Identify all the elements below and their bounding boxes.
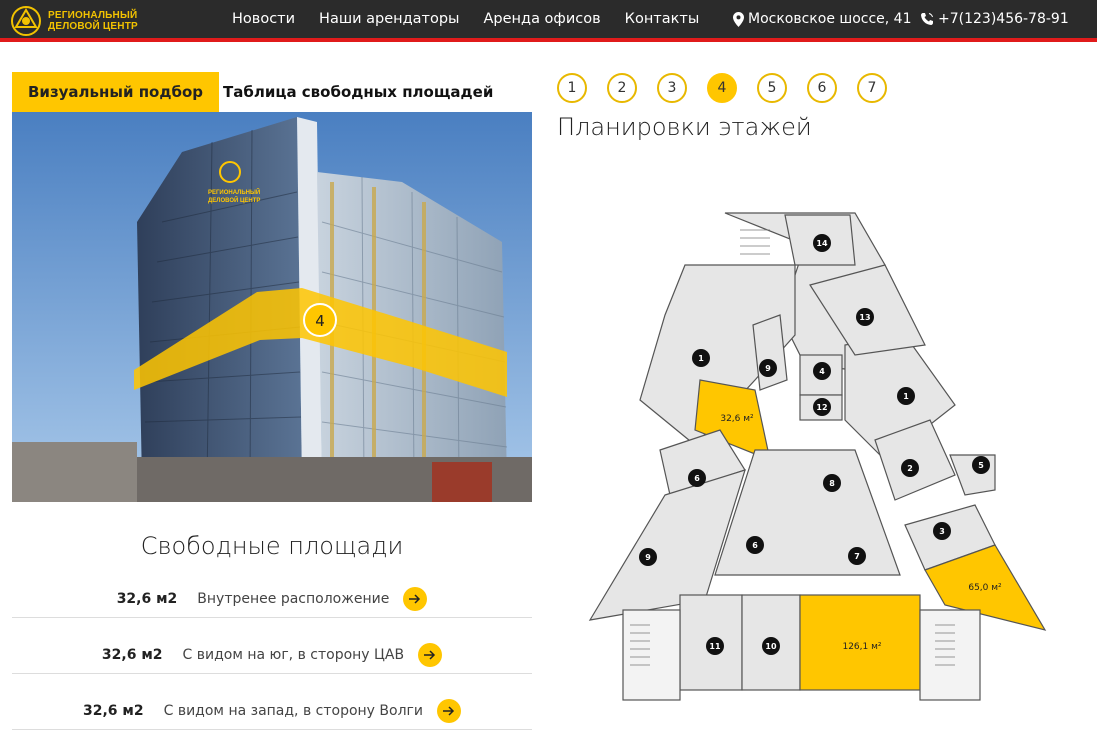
svg-text:4: 4 xyxy=(315,312,325,330)
free-areas-list: 32,6 м2 Внутренее расположение 32,6 м2 С… xyxy=(12,580,532,730)
room-badge[interactable]: 11 xyxy=(706,637,724,655)
free-areas-title: Свободные площади xyxy=(140,532,404,560)
floor-button-2[interactable]: 2 xyxy=(607,73,637,103)
area-value: 32,6 м2 xyxy=(116,590,178,607)
room-badge[interactable]: 9 xyxy=(639,548,657,566)
nav-news[interactable]: Новости xyxy=(232,11,295,27)
floor-button-7[interactable]: 7 xyxy=(857,73,887,103)
room-badge[interactable]: 8 xyxy=(823,474,841,492)
location-pin-icon xyxy=(733,11,744,27)
room-badge[interactable]: 1 xyxy=(897,387,915,405)
phone-text: +7(123)456-78-91 xyxy=(938,11,1069,27)
room-badge[interactable]: 2 xyxy=(901,459,919,477)
svg-text:6: 6 xyxy=(752,541,758,550)
svg-text:3: 3 xyxy=(939,527,945,536)
area-description: Внутренее расположение xyxy=(197,590,390,607)
address[interactable]: Московское шоссе, 41 xyxy=(733,0,912,38)
floor-button-1[interactable]: 1 xyxy=(557,73,587,103)
svg-text:13: 13 xyxy=(859,313,870,322)
svg-text:8: 8 xyxy=(829,479,835,488)
room-badge[interactable]: 13 xyxy=(856,308,874,326)
svg-text:11: 11 xyxy=(709,642,721,651)
svg-text:1: 1 xyxy=(698,354,704,363)
room-badge[interactable]: 5 xyxy=(972,456,990,474)
nav-office-rent[interactable]: Аренда офисов xyxy=(484,11,601,27)
stairs xyxy=(919,609,981,701)
room-badge[interactable]: 10 xyxy=(762,637,780,655)
room-badge[interactable]: 14 xyxy=(813,234,831,252)
list-item[interactable]: 32,6 м2 С видом на запад, в сторону Волг… xyxy=(12,692,532,730)
area-description: С видом на запад, в сторону Волги xyxy=(163,702,423,719)
svg-text:6: 6 xyxy=(694,474,700,483)
main-nav: Новости Наши арендаторы Аренда офисов Ко… xyxy=(232,0,723,38)
available-area-label[interactable]: 32,6 м² xyxy=(720,414,754,424)
building-illustration: РЕГИОНАЛЬНЫЙ ДЕЛОВОЙ ЦЕНТР 4 xyxy=(12,112,532,502)
svg-text:7: 7 xyxy=(854,552,860,561)
tab-visual-selection[interactable]: Визуальный подбор xyxy=(12,72,219,112)
floor-marker[interactable]: 4 xyxy=(303,303,337,337)
svg-text:РЕГИОНАЛЬНЫЙ: РЕГИОНАЛЬНЫЙ xyxy=(208,188,260,196)
svg-text:14: 14 xyxy=(816,239,828,248)
floor-button-3[interactable]: 3 xyxy=(657,73,687,103)
logo[interactable]: РЕГИОНАЛЬНЫЙ ДЕЛОВОЙ ЦЕНТР xyxy=(10,4,145,38)
svg-text:12: 12 xyxy=(816,403,827,412)
room-badge[interactable]: 6 xyxy=(746,536,764,554)
plan-title: Планировки этажей xyxy=(557,113,812,141)
arrow-right-icon[interactable] xyxy=(418,642,443,667)
room-badge[interactable]: 4 xyxy=(813,362,831,380)
room-badge[interactable]: 12 xyxy=(813,398,831,416)
floor-button-5[interactable]: 5 xyxy=(757,73,787,103)
floor-button-6[interactable]: 6 xyxy=(807,73,837,103)
phone-icon xyxy=(921,13,933,25)
svg-text:10: 10 xyxy=(765,642,777,651)
address-text: Московское шоссе, 41 xyxy=(748,11,912,27)
building-photo: РЕГИОНАЛЬНЫЙ ДЕЛОВОЙ ЦЕНТР 4 xyxy=(12,112,532,502)
room-badge[interactable]: 7 xyxy=(848,547,866,565)
available-area-label[interactable]: 126,1 м² xyxy=(842,642,881,652)
room-badge[interactable]: 3 xyxy=(933,522,951,540)
available-area-label[interactable]: 65,0 м² xyxy=(968,583,1002,593)
logo-icon xyxy=(11,6,41,36)
nav-contacts[interactable]: Контакты xyxy=(625,11,700,27)
floor-plan-drawing: 14 13 1 9 4 12 1 2 5 6 8 6 7 3 9 11 10 3… xyxy=(588,212,1047,701)
svg-text:2: 2 xyxy=(907,464,913,473)
room-badge[interactable]: 1 xyxy=(692,349,710,367)
stairs xyxy=(622,609,681,701)
logo-line-2: ДЕЛОВОЙ ЦЕНТР xyxy=(48,21,138,32)
area-value: 32,6 м2 xyxy=(83,702,144,719)
svg-text:ДЕЛОВОЙ ЦЕНТР: ДЕЛОВОЙ ЦЕНТР xyxy=(208,196,260,204)
site-header: РЕГИОНАЛЬНЫЙ ДЕЛОВОЙ ЦЕНТР Новости Наши … xyxy=(0,0,1097,42)
nav-tenants[interactable]: Наши арендаторы xyxy=(319,11,459,27)
svg-text:9: 9 xyxy=(645,553,651,562)
room-badge[interactable]: 6 xyxy=(688,469,706,487)
arrow-right-icon[interactable] xyxy=(403,586,428,611)
phone[interactable]: +7(123)456-78-91 xyxy=(920,0,1069,38)
floor-plan: 14 13 1 9 4 12 1 2 5 6 8 6 7 3 9 11 10 3… xyxy=(555,205,1055,710)
area-description: С видом на юг, в сторону ЦАВ xyxy=(182,646,405,663)
svg-text:5: 5 xyxy=(978,461,984,470)
svg-text:9: 9 xyxy=(765,364,771,373)
arrow-right-icon[interactable] xyxy=(437,698,461,723)
floor-selector: 1 2 3 4 5 6 7 xyxy=(557,73,907,103)
list-item[interactable]: 32,6 м2 Внутренее расположение xyxy=(12,580,532,618)
view-tabs: Визуальный подбор Таблица свободных площ… xyxy=(12,72,497,112)
svg-text:1: 1 xyxy=(903,392,909,401)
list-item[interactable]: 32,6 м2 С видом на юг, в сторону ЦАВ xyxy=(12,636,532,674)
svg-text:4: 4 xyxy=(819,367,825,376)
logo-line-1: РЕГИОНАЛЬНЫЙ xyxy=(48,10,138,21)
floor-button-4[interactable]: 4 xyxy=(707,73,737,103)
room-badge[interactable]: 9 xyxy=(759,359,777,377)
area-value: 32,6 м2 xyxy=(101,646,163,663)
tab-free-areas-table[interactable]: Таблица свободных площадей xyxy=(219,72,497,112)
